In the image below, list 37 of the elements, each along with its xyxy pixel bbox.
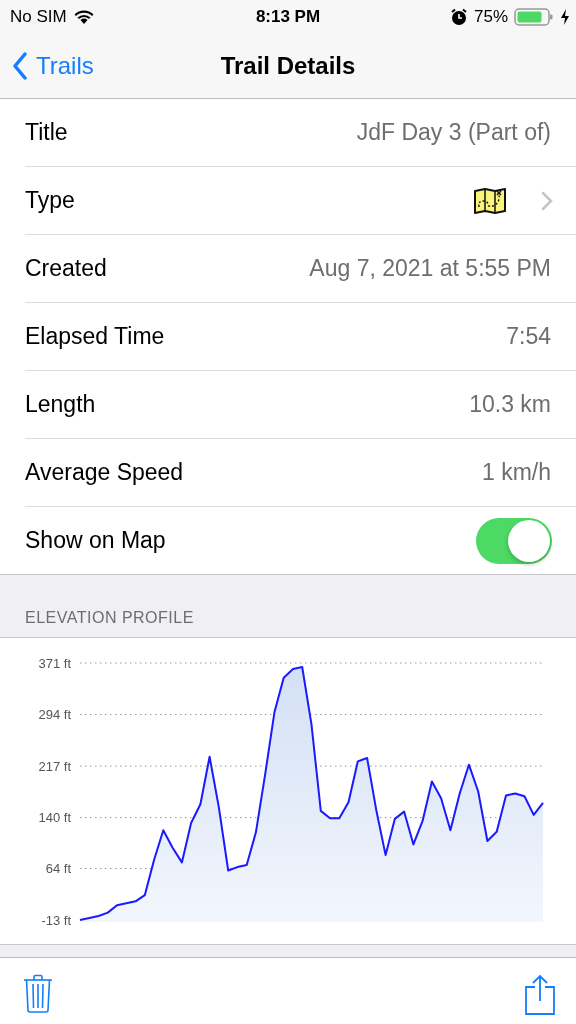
row-label: Length	[25, 391, 96, 418]
battery-icon	[514, 7, 554, 27]
toggle-switch[interactable]	[476, 517, 552, 564]
axis-label: -13 ft	[41, 912, 71, 928]
row-value: 7:54	[506, 323, 551, 350]
share-button[interactable]	[524, 974, 556, 1016]
delete-button[interactable]	[23, 974, 53, 1014]
row-label: Title	[25, 119, 68, 146]
back-button[interactable]: Trails	[0, 52, 94, 80]
back-chevron-icon	[12, 52, 28, 80]
axis-label: 294 ft	[38, 707, 71, 722]
battery-percent: 75%	[473, 7, 508, 27]
chevron-right-icon	[541, 190, 553, 211]
alarm-icon	[449, 8, 468, 26]
row-value: Aug 7, 2021 at 5:55 PM	[309, 255, 551, 282]
share-icon	[524, 974, 556, 1016]
row-value: 10.3 km	[469, 391, 551, 418]
time-text: 8:13 PM	[255, 7, 321, 27]
charging-icon	[560, 8, 570, 26]
nav-title: Trail Details	[220, 52, 356, 80]
row-label: Average Speed	[25, 459, 184, 486]
row-label: Created	[25, 255, 107, 282]
row-label: Show on Map	[25, 527, 166, 554]
section-header: ELEVATION PROFILE	[25, 609, 194, 627]
axis-label: 371 ft	[38, 655, 71, 671]
axis-label: 217 ft	[38, 758, 71, 774]
axis-label: 64 ft	[45, 861, 71, 876]
wifi-icon	[72, 9, 95, 25]
map-icon	[473, 186, 507, 215]
row-label: Elapsed Time	[25, 323, 165, 350]
axis-label: 140 ft	[38, 810, 71, 826]
row-label: Type	[25, 187, 75, 214]
carrier-text: No SIM	[10, 7, 67, 27]
row-value: 1 km/h	[481, 459, 551, 486]
type-row[interactable]: Type	[25, 167, 576, 235]
trash-icon	[23, 974, 53, 1014]
row-value: JdF Day 3 (Part of)	[356, 119, 551, 146]
